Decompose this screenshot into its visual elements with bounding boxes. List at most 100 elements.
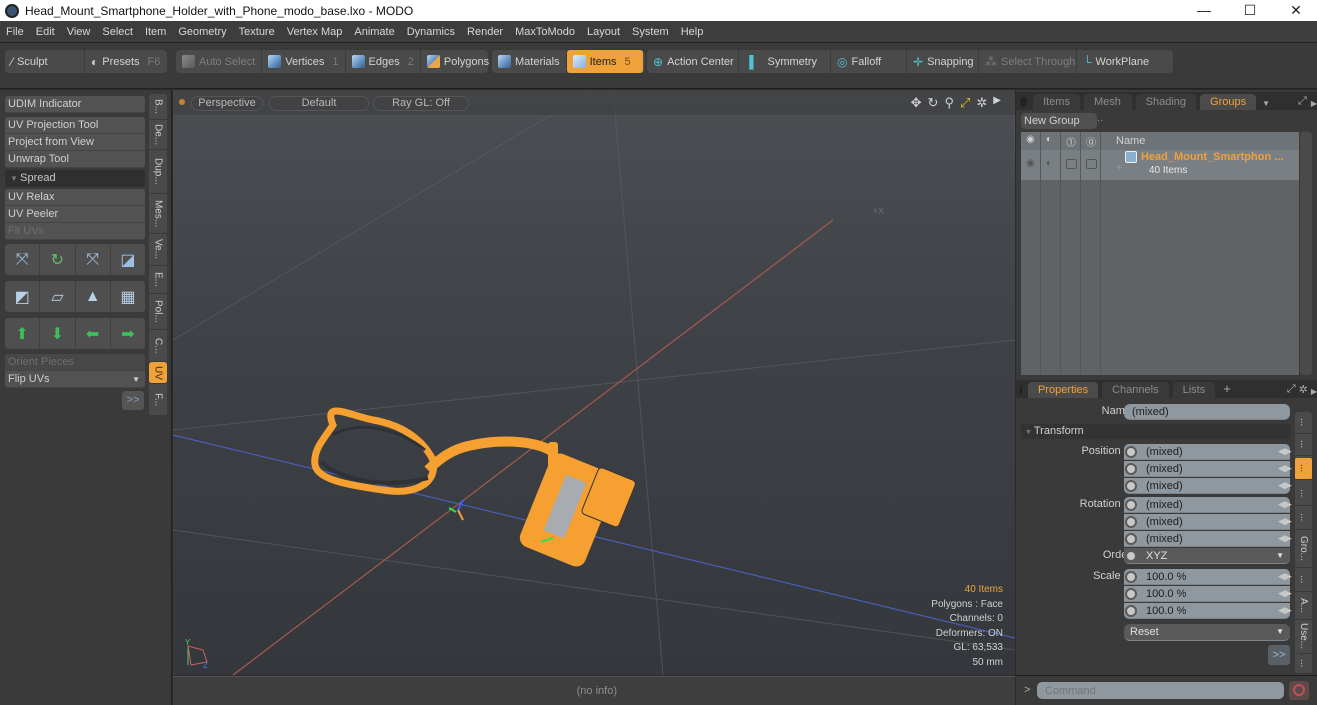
uv-mirror-icon[interactable]: ◪ [111,244,145,275]
vtab-edge[interactable]: E... [149,266,167,294]
rotation-y-key-icon[interactable] [1125,516,1137,528]
menu-help[interactable]: Help [675,26,710,38]
vtab-mesh-edit[interactable]: Mes... [149,194,167,234]
headband-wireframe[interactable] [311,407,556,495]
orient-pieces-button[interactable]: Orient Pieces [5,354,145,371]
tab-items[interactable]: Items [1033,94,1080,110]
menu-texture[interactable]: Texture [233,26,281,38]
uv-move-icon[interactable]: ⤧ [5,244,41,275]
name-field[interactable]: (mixed) [1124,404,1290,420]
rotation-z-key-icon[interactable] [1125,533,1137,545]
vtab-polygon[interactable]: Pol... [149,294,167,330]
panel-menu-icon[interactable] [1020,385,1022,395]
align-right-icon[interactable]: ➡ [111,318,145,349]
uv-cylinder-icon[interactable]: ◩ [5,281,41,312]
unwrap-tool-button[interactable]: Unwrap Tool [5,151,145,168]
fit-uvs-button[interactable]: Fit UVs [5,223,145,240]
vtab-fusion[interactable]: F... [149,384,167,416]
udim-indicator-button[interactable]: UDIM Indicator [5,96,145,113]
expand-panel-icon[interactable]: ⤢ [1287,383,1296,396]
tab-mesh[interactable]: Mesh ... [1083,94,1132,124]
workplane-button[interactable]: └ WorkPlane [1077,50,1173,73]
vtab-deform[interactable]: De... [149,120,167,150]
position-z-key-icon[interactable] [1125,480,1137,492]
menu-render[interactable]: Render [461,26,509,38]
uv-rotate-icon[interactable]: ↻ [40,244,76,275]
maximize-viewport-icon[interactable]: ⤢ [960,95,970,111]
rvtab-1[interactable]: ... [1295,412,1312,434]
more-properties-button[interactable]: >> [1268,645,1290,665]
position-x-key-icon[interactable] [1125,446,1137,458]
flip-uvs-dropdown[interactable]: Flip UVs ▼ [5,371,145,388]
align-bottom-icon[interactable]: ⬇ [40,318,76,349]
scale-y-key-icon[interactable] [1125,588,1137,600]
order-key-icon[interactable] [1125,550,1137,562]
rotation-x-field[interactable]: (mixed) [1124,497,1290,513]
tab-properties[interactable]: Properties [1027,382,1099,398]
reset-dropdown[interactable]: Reset ▼ [1124,624,1290,641]
vtab-basic[interactable]: B... [149,94,167,120]
menu-vertex-map[interactable]: Vertex Map [281,26,349,38]
rotation-x-key-icon[interactable] [1125,499,1137,511]
tab-lists[interactable]: Lists [1172,382,1216,398]
uv-scale-icon[interactable]: ⤧ [76,244,111,275]
action-center-button[interactable]: ⊕ Action Center [647,50,739,73]
rvtab-a[interactable]: A... [1295,592,1312,620]
presets-button[interactable]: ◐ Presets F6 [85,50,167,73]
add-tab-button[interactable]: + [1223,381,1231,396]
vtab-uv[interactable]: UV [149,362,167,384]
align-top-icon[interactable]: ⬆ [5,318,41,349]
uv-peeler-button[interactable]: UV Peeler [5,206,145,223]
phone-holder-wireframe[interactable] [517,442,637,569]
position-z-field[interactable]: (mixed) [1124,478,1290,494]
scale-z-slider-icon[interactable]: ◀▶ [1278,605,1292,617]
select-through-button[interactable]: ⁂ Select Through [979,50,1077,73]
minimize-button[interactable]: — [1181,0,1227,21]
scale-z-key-icon[interactable] [1125,605,1137,617]
panel-menu-icon[interactable] [1020,97,1028,107]
vtab-curve[interactable]: C... [149,330,167,362]
menu-view[interactable]: View [61,26,97,38]
scale-x-field[interactable]: 100.0 % [1124,569,1290,585]
tab-groups[interactable]: Groups [1200,94,1257,110]
menu-dynamics[interactable]: Dynamics [401,26,461,38]
rvtab-4[interactable]: ... [1295,482,1312,506]
scale-z-field[interactable]: 100.0 % [1124,603,1290,619]
vertices-button[interactable]: Vertices 1 [262,50,346,73]
snapping-button[interactable]: ✛ Snapping [907,50,979,73]
raygl-toggle-button[interactable]: Ray GL: Off [373,96,469,111]
group-name[interactable]: Head_Mount_Smartphon ... [1141,151,1283,163]
perspective-view-button[interactable]: Perspective [191,96,263,111]
viewport-menu-dot-icon[interactable] [179,99,185,105]
items-button[interactable]: Items 5 [566,50,643,73]
panel-arrow-icon[interactable]: ▶ [1311,387,1317,396]
shading-style-button[interactable]: Default [269,96,369,111]
rvtab-groups[interactable]: Gro... [1295,530,1312,568]
rvtab-user[interactable]: Use... [1295,620,1312,654]
position-x-field[interactable]: (mixed) [1124,444,1290,460]
materials-button[interactable]: Materials [492,50,567,73]
tab-shading[interactable]: Shading [1135,94,1197,110]
scale-x-key-icon[interactable] [1125,571,1137,583]
sculpt-button[interactable]: ⁄ Sculpt [5,50,85,73]
rvtab-3[interactable]: ... [1295,458,1312,480]
zoom-view-icon[interactable]: ⚲ [944,95,954,111]
pan-icon[interactable]: ✥ [911,95,922,111]
rvtab-5[interactable]: ... [1295,506,1312,530]
vtab-duplicate[interactable]: Dup... [149,150,167,194]
position-y-slider-icon[interactable]: ◀▶ [1278,463,1292,475]
panel-gear-icon[interactable]: ✲ [1299,383,1308,396]
new-group-button[interactable]: New Group [1021,113,1097,129]
tab-channels[interactable]: Channels [1102,382,1169,398]
transform-section-header[interactable]: ▼ Transform [1021,424,1291,439]
scale-y-field[interactable]: 100.0 % [1124,586,1290,602]
position-z-slider-icon[interactable]: ◀▶ [1278,480,1292,492]
vtab-vertex[interactable]: Ve... [149,234,167,266]
menu-system[interactable]: System [626,26,675,38]
rotation-z-field[interactable]: (mixed) [1124,531,1290,547]
panel-arrow-icon[interactable]: ▶ [1311,99,1317,108]
rvtab-2[interactable]: ... [1295,434,1312,456]
more-tools-button[interactable]: >> [122,391,144,410]
uv-grid-icon[interactable]: ▱ [40,281,76,312]
rotate-view-icon[interactable]: ↻ [928,95,939,111]
